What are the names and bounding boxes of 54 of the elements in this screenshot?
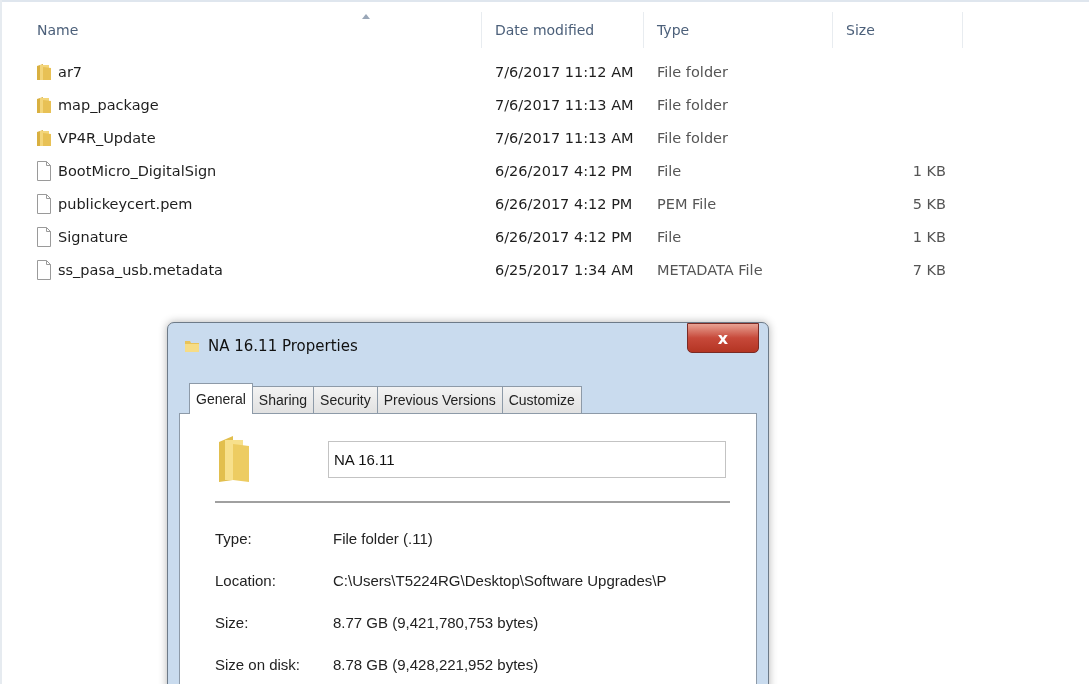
- folder-icon: [184, 338, 200, 354]
- file-name[interactable]: VP4R_Update: [58, 129, 156, 146]
- file-type: METADATA File: [657, 261, 763, 278]
- date-modified: 6/25/2017 1:34 AM: [495, 261, 634, 278]
- tab[interactable]: General: [189, 383, 253, 414]
- tab[interactable]: Customize: [501, 386, 582, 413]
- column-header[interactable]: Type: [644, 12, 833, 48]
- file-size: 5 KB: [912, 195, 946, 212]
- property-value: C:\Users\T5224RG\Desktop\Software Upgrades\P: [333, 571, 667, 589]
- property-label: Size:: [215, 613, 250, 631]
- sort-arrow-icon: [362, 14, 371, 19]
- file-type: File folder: [657, 129, 728, 146]
- property-value: 8.77 GB (9,421,780,753 bytes): [333, 613, 539, 631]
- file-type: PEM File: [657, 195, 717, 212]
- file-icon: [36, 160, 52, 181]
- column-header[interactable]: Size: [833, 12, 963, 48]
- date-modified: 7/6/2017 11:13 AM: [495, 96, 634, 113]
- date-modified: 6/26/2017 4:12 PM: [495, 162, 633, 179]
- property-label: Type:: [215, 529, 253, 547]
- file-size: 1 KB: [912, 228, 946, 245]
- close-button[interactable]: x: [687, 323, 759, 353]
- file-type: File folder: [657, 63, 728, 80]
- file-name[interactable]: publickeycert.pem: [58, 195, 193, 212]
- file-name[interactable]: ss_pasa_usb.metadata: [58, 261, 223, 278]
- tab[interactable]: Previous Versions: [376, 386, 503, 413]
- file-name[interactable]: BootMicro_DigitalSign: [58, 162, 217, 179]
- property-value: 8.78 GB (9,428,221,952 bytes): [333, 655, 539, 673]
- date-modified: 6/26/2017 4:12 PM: [495, 228, 633, 245]
- file-type: File: [657, 228, 682, 245]
- file-type: File: [657, 162, 682, 179]
- file-size: 1 KB: [912, 162, 946, 179]
- file-type: File folder: [657, 96, 728, 113]
- folder-icon: [36, 95, 52, 114]
- date-modified: 7/6/2017 11:13 AM: [495, 129, 634, 146]
- date-modified: 6/26/2017 4:12 PM: [495, 195, 633, 212]
- file-name[interactable]: map_package: [58, 96, 159, 113]
- column-header[interactable]: Date modified: [482, 12, 644, 48]
- window-title: NA 16.11 Properties: [208, 337, 358, 355]
- property-label: Size on disk:: [215, 655, 302, 673]
- file-size: 7 KB: [912, 261, 946, 278]
- tab[interactable]: Security: [313, 386, 378, 413]
- tab[interactable]: Sharing: [251, 386, 315, 413]
- file-name[interactable]: ar7: [58, 63, 83, 80]
- file-icon: [36, 193, 52, 214]
- folder-icon: [36, 62, 52, 81]
- property-value: File folder (.11): [333, 529, 433, 547]
- file-icon: [36, 259, 52, 280]
- file-name[interactable]: Signature: [58, 228, 128, 245]
- property-label: Location:: [215, 571, 277, 589]
- column-header[interactable]: Name: [24, 12, 482, 48]
- file-icon: [36, 226, 52, 247]
- date-modified: 7/6/2017 11:12 AM: [495, 63, 634, 80]
- folder-icon: [36, 128, 52, 147]
- name-field[interactable]: NA 16.11: [328, 440, 726, 478]
